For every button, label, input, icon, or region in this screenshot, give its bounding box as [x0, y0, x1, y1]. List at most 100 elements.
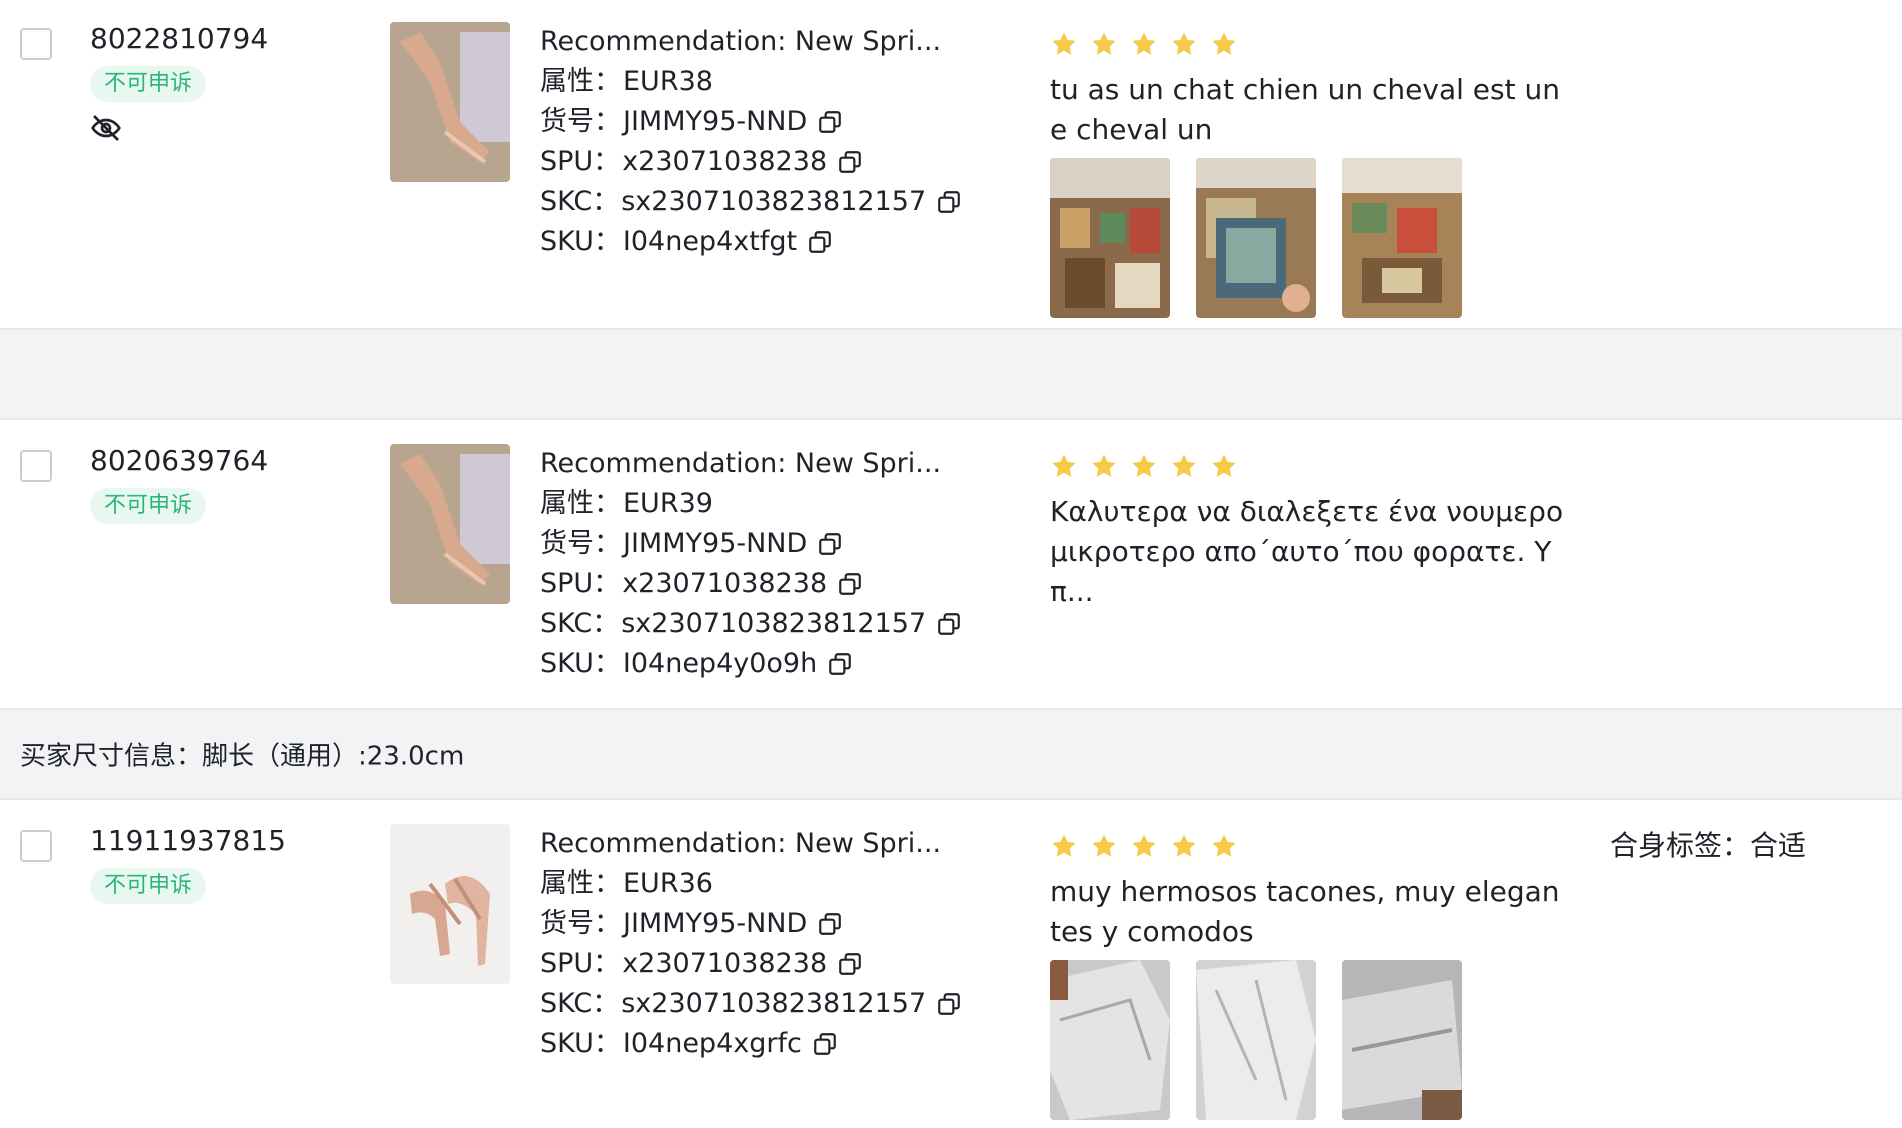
star-rating [1050, 450, 1570, 482]
sku-line: SKU： I04nep4xgrfc [540, 1024, 962, 1064]
attribute-value: EUR38 [623, 66, 713, 97]
review-photos [1050, 158, 1570, 318]
item-number-line: 货号： JIMMY95-NND [540, 102, 962, 142]
sku-line: SKU： I04nep4y0o9h [540, 644, 962, 684]
copy-icon[interactable] [837, 951, 863, 977]
attribute-value: EUR39 [623, 488, 713, 519]
star-icon [1052, 834, 1076, 857]
attribute-value: EUR36 [623, 868, 713, 899]
review-id: 8020639764 [90, 444, 269, 477]
star-rating [1050, 830, 1570, 862]
copy-icon[interactable] [817, 109, 843, 135]
star-icon [1052, 32, 1076, 55]
copy-icon[interactable] [807, 229, 833, 255]
row-checkbox[interactable] [20, 830, 52, 862]
attribute-label: 属性： [540, 868, 621, 899]
spu-label: SPU： [540, 146, 621, 177]
product-thumbnail[interactable] [390, 22, 510, 182]
spu-line: SPU： x23071038238 [540, 142, 962, 182]
spu-value: x23071038238 [622, 568, 828, 599]
product-info: Recommendation: New Spri... 属性： EUR38 货号… [540, 22, 962, 262]
review-photo[interactable] [1342, 158, 1462, 318]
product-thumbnail[interactable] [390, 444, 510, 604]
copy-icon[interactable] [936, 189, 962, 215]
sku-label: SKU： [540, 648, 621, 679]
copy-icon[interactable] [817, 531, 843, 557]
buyer-size-info: 买家尺寸信息：脚长（通用）:23.0cm [20, 741, 465, 772]
star-icon [1212, 454, 1236, 477]
row-checkbox[interactable] [20, 450, 52, 482]
copy-icon[interactable] [936, 991, 962, 1017]
copy-icon[interactable] [817, 911, 843, 937]
star-icon [1212, 32, 1236, 55]
review-content: muy hermosos tacones, muy elegantes y co… [1050, 830, 1570, 1120]
item-number-value: JIMMY95-NND [623, 528, 808, 559]
row-checkbox[interactable] [20, 28, 52, 60]
skc-line: SKC： sx2307103823812157 [540, 604, 962, 644]
copy-icon[interactable] [812, 1031, 838, 1057]
product-title: Recommendation: New Spri... [540, 828, 942, 859]
review-id: 8022810794 [90, 22, 269, 55]
spu-line: SPU： x23071038238 [540, 564, 962, 604]
skc-value: sx2307103823812157 [621, 608, 927, 639]
review-photos [1050, 960, 1570, 1120]
review-id: 11911937815 [90, 824, 286, 857]
review-photo[interactable] [1050, 158, 1170, 318]
review-row: 8022810794 不可申诉 Recommendation: New Spri… [0, 0, 1902, 330]
status-badge: 不可申诉 [90, 66, 207, 102]
spu-line: SPU： x23071038238 [540, 944, 962, 984]
review-photo[interactable] [1196, 960, 1316, 1120]
review-content: tu as un chat chien un cheval est une ch… [1050, 28, 1570, 318]
star-icon [1212, 834, 1236, 857]
review-content: Καλυτερα να διαλεξετε ένα νουμερο μικροτ… [1050, 450, 1570, 612]
copy-icon[interactable] [936, 611, 962, 637]
sku-label: SKU： [540, 226, 621, 257]
star-icon [1092, 32, 1116, 55]
status-badge: 不可申诉 [90, 488, 207, 524]
review-text: tu as un chat chien un cheval est une ch… [1050, 73, 1560, 146]
spu-value: x23071038238 [622, 146, 828, 177]
item-number-line: 货号： JIMMY95-NND [540, 524, 962, 564]
star-icon [1172, 32, 1196, 55]
star-icon [1132, 834, 1156, 857]
buyer-size-info-bar: 买家尺寸信息：脚长（通用）:23.0cm [0, 708, 1902, 800]
eye-off-icon[interactable] [90, 112, 122, 144]
sku-line: SKU： I04nep4xtfgt [540, 222, 962, 262]
review-row: 8020639764 不可申诉 Recommendation: New Spri… [0, 420, 1902, 708]
skc-value: sx2307103823812157 [621, 186, 927, 217]
copy-icon[interactable] [837, 571, 863, 597]
review-photo[interactable] [1196, 158, 1316, 318]
product-thumbnail[interactable] [390, 824, 510, 984]
item-number-value: JIMMY95-NND [623, 106, 808, 137]
review-text: muy hermosos tacones, muy elegantes y co… [1050, 875, 1560, 948]
attribute-line: 属性： EUR36 [540, 864, 962, 904]
skc-label: SKC： [540, 608, 620, 639]
item-number-value: JIMMY95-NND [623, 908, 808, 939]
copy-icon[interactable] [837, 149, 863, 175]
skc-label: SKC： [540, 988, 620, 1019]
review-text: Καλυτερα να διαλεξετε ένα νουμερο μικροτ… [1050, 495, 1564, 608]
review-photo[interactable] [1342, 960, 1462, 1120]
skc-value: sx2307103823812157 [621, 988, 927, 1019]
row-separator [0, 328, 1902, 420]
star-rating [1050, 28, 1570, 60]
attribute-line: 属性： EUR38 [540, 62, 962, 102]
star-icon [1132, 32, 1156, 55]
spu-label: SPU： [540, 568, 621, 599]
product-title: Recommendation: New Spri... [540, 448, 942, 479]
sku-value: I04nep4y0o9h [622, 648, 818, 679]
review-row: 11911937815 不可申诉 Recommendation: New Spr… [0, 800, 1902, 1128]
copy-icon[interactable] [827, 651, 853, 677]
sku-value: I04nep4xtfgt [622, 226, 798, 257]
skc-line: SKC： sx2307103823812157 [540, 182, 962, 222]
spu-value: x23071038238 [622, 948, 828, 979]
item-number-label: 货号： [540, 528, 621, 559]
attribute-label: 属性： [540, 488, 621, 519]
attribute-line: 属性： EUR39 [540, 484, 962, 524]
item-number-line: 货号： JIMMY95-NND [540, 904, 962, 944]
review-photo[interactable] [1050, 960, 1170, 1120]
product-title: Recommendation: New Spri... [540, 26, 942, 57]
sku-value: I04nep4xgrfc [622, 1028, 802, 1059]
skc-label: SKC： [540, 186, 620, 217]
attribute-label: 属性： [540, 66, 621, 97]
